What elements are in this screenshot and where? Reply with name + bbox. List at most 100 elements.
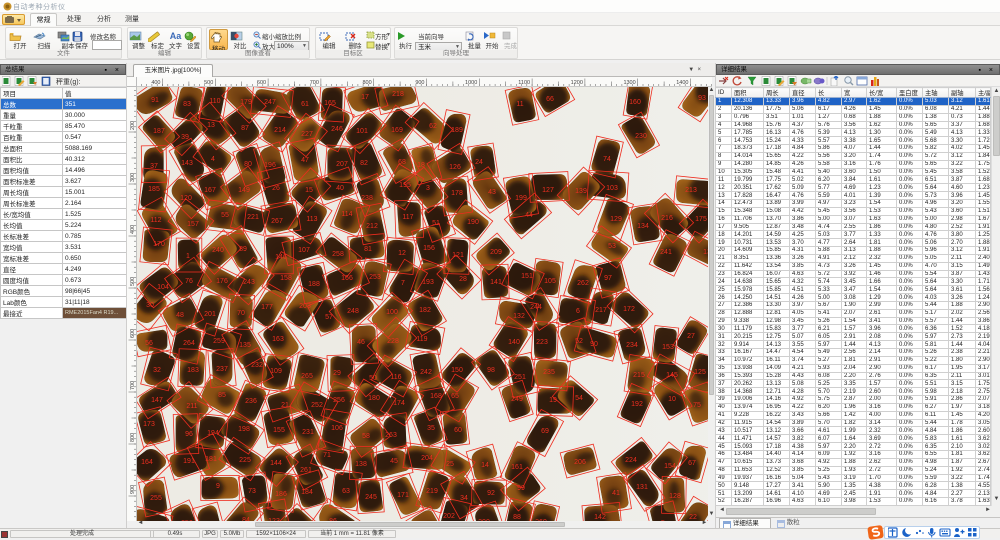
svg-text:1000: 1000 bbox=[465, 80, 477, 86]
svg-text:241: 241 bbox=[660, 249, 672, 256]
svg-text:54: 54 bbox=[575, 395, 583, 402]
svg-text:93: 93 bbox=[698, 95, 706, 102]
svg-text:900: 900 bbox=[130, 485, 136, 494]
svg-text:19: 19 bbox=[549, 397, 557, 404]
svg-text:65: 65 bbox=[451, 393, 459, 400]
svg-text:7: 7 bbox=[401, 280, 405, 287]
svg-text:236: 236 bbox=[245, 398, 257, 405]
svg-text:135: 135 bbox=[239, 342, 251, 349]
svg-text:128: 128 bbox=[669, 493, 681, 500]
svg-text:228: 228 bbox=[387, 338, 399, 345]
svg-text:186: 186 bbox=[275, 491, 287, 498]
svg-text:80: 80 bbox=[244, 161, 252, 168]
svg-text:47: 47 bbox=[301, 157, 309, 164]
svg-text:259: 259 bbox=[213, 338, 225, 345]
svg-text:83: 83 bbox=[183, 101, 191, 108]
svg-text:194: 194 bbox=[207, 430, 219, 437]
svg-text:67: 67 bbox=[688, 460, 696, 467]
svg-text:126: 126 bbox=[449, 164, 461, 171]
svg-text:1200: 1200 bbox=[571, 80, 583, 86]
svg-text:185: 185 bbox=[148, 186, 160, 193]
svg-text:1300: 1300 bbox=[623, 80, 635, 86]
svg-text:240: 240 bbox=[212, 247, 224, 254]
svg-text:262: 262 bbox=[577, 280, 589, 287]
svg-text:92: 92 bbox=[487, 490, 495, 497]
svg-text:150: 150 bbox=[451, 367, 463, 374]
svg-text:26: 26 bbox=[272, 185, 280, 192]
svg-text:187: 187 bbox=[153, 128, 165, 135]
svg-text:221: 221 bbox=[247, 214, 259, 221]
svg-text:50: 50 bbox=[369, 375, 377, 382]
svg-text:227: 227 bbox=[301, 131, 313, 138]
svg-text:167: 167 bbox=[204, 187, 216, 194]
svg-text:138: 138 bbox=[355, 461, 367, 468]
svg-text:119: 119 bbox=[416, 336, 427, 343]
svg-text:181: 181 bbox=[205, 456, 217, 463]
svg-text:106: 106 bbox=[331, 425, 343, 432]
svg-text:173: 173 bbox=[143, 421, 155, 428]
svg-text:125: 125 bbox=[694, 369, 706, 376]
svg-text:166: 166 bbox=[341, 275, 353, 282]
svg-text:87: 87 bbox=[241, 125, 249, 132]
svg-text:121: 121 bbox=[452, 252, 464, 259]
svg-text:206: 206 bbox=[574, 459, 586, 466]
svg-text:180: 180 bbox=[368, 395, 380, 402]
svg-text:251: 251 bbox=[514, 374, 526, 381]
svg-text:216: 216 bbox=[661, 215, 673, 222]
svg-text:178: 178 bbox=[451, 190, 463, 197]
svg-text:600: 600 bbox=[130, 329, 136, 338]
svg-text:169: 169 bbox=[391, 127, 403, 134]
svg-text:165: 165 bbox=[324, 100, 336, 107]
svg-text:163: 163 bbox=[272, 336, 284, 343]
svg-text:116: 116 bbox=[390, 374, 401, 381]
svg-text:134: 134 bbox=[637, 223, 649, 230]
svg-text:151: 151 bbox=[521, 273, 533, 280]
svg-text:117: 117 bbox=[402, 214, 413, 221]
svg-text:12: 12 bbox=[398, 250, 406, 257]
svg-text:145: 145 bbox=[666, 372, 678, 379]
svg-text:82: 82 bbox=[360, 160, 368, 167]
svg-text:113: 113 bbox=[306, 216, 317, 223]
svg-text:1: 1 bbox=[186, 253, 190, 260]
svg-text:223: 223 bbox=[536, 339, 548, 346]
svg-text:32: 32 bbox=[153, 367, 161, 374]
svg-text:265: 265 bbox=[301, 373, 313, 380]
svg-text:107: 107 bbox=[298, 247, 310, 254]
svg-text:120: 120 bbox=[180, 195, 192, 202]
svg-text:69: 69 bbox=[541, 428, 549, 435]
svg-text:40: 40 bbox=[336, 185, 344, 192]
svg-text:170: 170 bbox=[153, 241, 165, 248]
svg-text:139: 139 bbox=[575, 188, 587, 195]
svg-text:171: 171 bbox=[397, 492, 409, 499]
svg-text:91: 91 bbox=[151, 97, 159, 104]
svg-text:132: 132 bbox=[513, 313, 525, 320]
svg-text:25: 25 bbox=[446, 461, 454, 468]
svg-text:18: 18 bbox=[417, 162, 425, 169]
svg-text:243: 243 bbox=[243, 279, 255, 286]
svg-text:70: 70 bbox=[237, 310, 245, 317]
svg-text:144: 144 bbox=[270, 460, 282, 467]
svg-text:60: 60 bbox=[454, 427, 462, 434]
svg-text:242: 242 bbox=[420, 369, 432, 376]
svg-text:4: 4 bbox=[211, 156, 215, 163]
svg-text:45: 45 bbox=[390, 458, 398, 465]
svg-text:81: 81 bbox=[364, 246, 372, 253]
svg-text:1400: 1400 bbox=[676, 80, 688, 86]
svg-text:85: 85 bbox=[218, 392, 226, 399]
svg-text:10: 10 bbox=[668, 396, 676, 403]
svg-text:224: 224 bbox=[625, 457, 637, 464]
svg-text:140: 140 bbox=[508, 339, 520, 346]
svg-text:6: 6 bbox=[576, 308, 580, 315]
svg-text:172: 172 bbox=[623, 306, 635, 313]
svg-text:218: 218 bbox=[392, 91, 404, 98]
svg-text:182: 182 bbox=[419, 307, 431, 314]
svg-text:62: 62 bbox=[429, 123, 437, 130]
svg-text:96: 96 bbox=[185, 431, 193, 438]
svg-text:110: 110 bbox=[209, 98, 220, 105]
svg-text:153: 153 bbox=[662, 344, 674, 351]
svg-text:141: 141 bbox=[490, 279, 502, 286]
svg-text:176: 176 bbox=[216, 278, 228, 285]
svg-text:234: 234 bbox=[626, 342, 638, 349]
svg-text:66: 66 bbox=[546, 96, 554, 103]
svg-text:127: 127 bbox=[542, 187, 554, 194]
